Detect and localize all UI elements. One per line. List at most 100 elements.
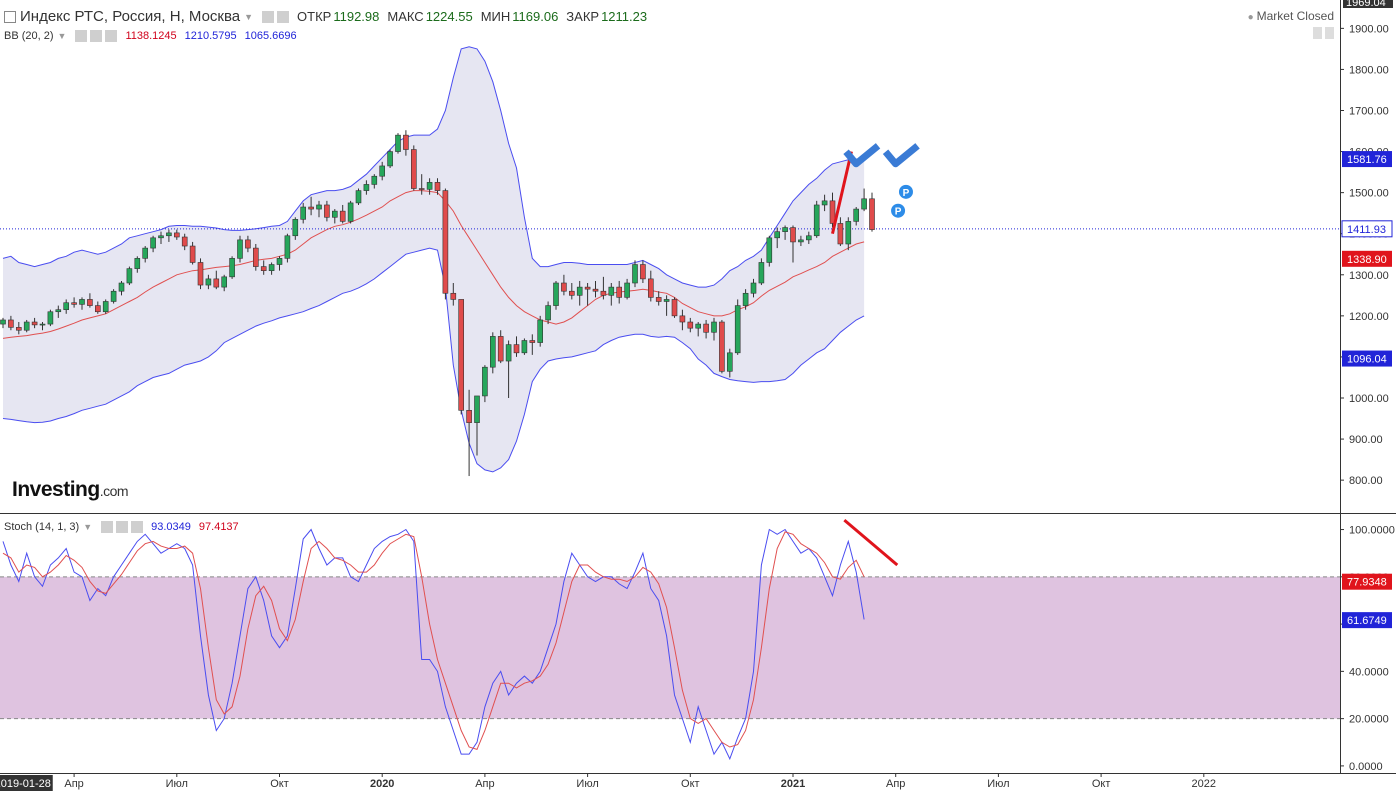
candle-body	[592, 288, 599, 292]
stoch-legend: Stoch (14, 1, 3) ▼ 93.0349 97.4137	[4, 521, 239, 533]
time-tick-label: Окт	[270, 778, 289, 790]
candle-body	[869, 198, 875, 230]
candle-body	[0, 319, 6, 325]
close-icon[interactable]	[131, 521, 144, 533]
candle-body	[766, 237, 773, 263]
candle-body	[790, 227, 796, 243]
candle-body	[529, 340, 536, 343]
stoch-tick-label: 40.0000	[1349, 666, 1389, 678]
candle-body	[142, 247, 148, 259]
market-status: ● Market Closed	[1248, 9, 1334, 23]
candle-body	[331, 210, 338, 218]
collapse-icon[interactable]	[4, 10, 16, 23]
price-tick-label: 1500.00	[1349, 188, 1389, 200]
candle-body	[158, 235, 164, 239]
candle-body	[126, 268, 133, 284]
time-tick-label: Окт	[1092, 778, 1111, 790]
candle-body	[726, 352, 733, 372]
candle-body	[537, 319, 544, 343]
candle-body	[221, 276, 227, 288]
candle-body	[213, 278, 220, 288]
pause-icon[interactable]	[1325, 27, 1334, 39]
stoch-tick-label: 20.0000	[1349, 714, 1389, 726]
candle-body	[482, 366, 488, 397]
candle-body	[229, 258, 235, 278]
top-price-label: 1969.04	[1346, 0, 1386, 9]
candle-body	[95, 305, 101, 313]
candle-body	[774, 231, 781, 239]
candle-body	[347, 202, 354, 222]
candle-body	[118, 282, 125, 292]
candle-body	[742, 292, 749, 306]
settings-icon[interactable]	[101, 521, 114, 533]
price-tag-text: 1338.90	[1347, 254, 1387, 266]
candle-body	[845, 221, 852, 245]
candle-body	[292, 219, 299, 237]
price-tick-label: 1700.00	[1349, 105, 1389, 117]
p-marker-label: P	[895, 207, 902, 218]
current-price-tag-text: 1411.93	[1347, 224, 1386, 236]
date-tag-label: 2019-01-28	[0, 778, 51, 790]
candle-body	[166, 232, 172, 237]
price-tick-label: 1900.00	[1349, 23, 1389, 35]
status-dot-icon: ●	[1247, 12, 1254, 23]
time-tick-label: Июл	[987, 778, 1009, 790]
bb-value-mid: 1138.1245	[125, 30, 177, 42]
hide-icon[interactable]	[90, 30, 103, 42]
settings-icon[interactable]	[262, 10, 275, 23]
candle-body	[426, 182, 433, 190]
candle-body	[110, 290, 117, 302]
instrument-legend: Индекс РТС, Россия, Н, Москва ▼ ОТКР 1192…	[4, 8, 647, 25]
bb-value-lower: 1065.6696	[244, 30, 297, 42]
candle-body	[276, 258, 283, 265]
candle-body	[260, 266, 267, 271]
candle-body	[458, 299, 465, 411]
logo-brand: Investing	[12, 478, 100, 501]
candle-body	[703, 323, 709, 333]
candle-body	[379, 165, 386, 177]
candle-body	[63, 302, 70, 310]
candle-body	[750, 282, 757, 294]
candle-body	[371, 175, 378, 185]
candle-body	[39, 323, 46, 326]
settings-icon[interactable]	[75, 30, 88, 42]
price-tick-label: 900.00	[1349, 434, 1383, 446]
chevron-down-icon[interactable]: ▼	[244, 12, 253, 22]
stoch-k-value: 93.0349	[151, 521, 191, 533]
candle-body	[474, 395, 480, 423]
candle-body	[466, 410, 472, 423]
candle-body	[23, 321, 30, 331]
chart-canvas[interactable]: PP800.00900.001000.001100.001200.001300.…	[0, 0, 1396, 791]
close-value: 1211.23	[601, 9, 648, 24]
time-tick-label: Окт	[681, 778, 700, 790]
hide-icon[interactable]	[277, 10, 290, 23]
chevron-down-icon[interactable]: ▼	[83, 522, 92, 532]
time-tick-label: 2020	[370, 778, 394, 790]
stoch-zone	[0, 576, 1340, 719]
bb-value-upper: 1210.5795	[184, 30, 237, 42]
candle-body	[584, 286, 591, 290]
stoch-tick-label: 100.0000	[1349, 525, 1395, 537]
candle-body	[355, 190, 362, 204]
time-tick-label: 2022	[1192, 778, 1216, 790]
candle-body	[734, 305, 741, 354]
candle-body	[719, 321, 725, 372]
close-icon[interactable]	[105, 30, 118, 42]
chevron-down-icon[interactable]: ▼	[58, 31, 67, 41]
candle-body	[308, 206, 314, 210]
price-tick-label: 1300.00	[1349, 270, 1389, 282]
stoch-d-value: 97.4137	[198, 521, 239, 533]
price-tick-label: 1000.00	[1349, 393, 1389, 405]
hide-icon[interactable]	[116, 521, 129, 533]
market-status-text: Market Closed	[1256, 9, 1334, 23]
candle-body	[813, 204, 820, 237]
open-value: 1192.98	[333, 9, 380, 24]
instrument-title: Индекс РТС, Россия, Н, Москва	[20, 8, 241, 25]
stoch-name: Stoch (14, 1, 3)	[4, 521, 80, 533]
candle-body	[418, 188, 425, 190]
candle-body	[197, 262, 204, 286]
stoch-value-tag-text: 61.6749	[1347, 615, 1387, 627]
candle-body	[245, 239, 251, 249]
pause-icon[interactable]	[1313, 27, 1322, 39]
candle-body	[521, 340, 528, 354]
